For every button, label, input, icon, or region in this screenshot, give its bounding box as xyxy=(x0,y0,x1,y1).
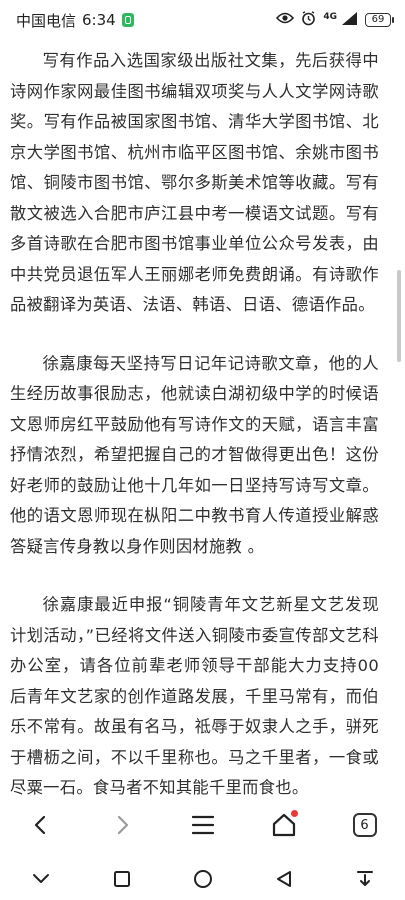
status-right: 4G 69 xyxy=(276,10,394,30)
status-bar: 中国电信 6:34 4G 69 xyxy=(0,0,405,40)
carrier-name: 中国电信 xyxy=(16,11,77,30)
forward-button[interactable] xyxy=(100,803,144,847)
forward-arrow-icon xyxy=(117,815,128,835)
article-body[interactable]: 写有作品入选国家级出版社文集，先后获得中诗网作家网最佳图书编辑双项奖与人人文学网… xyxy=(0,46,405,796)
back-button[interactable] xyxy=(19,803,63,847)
network-type: 4G xyxy=(323,11,337,22)
browser-toolbar: 6 xyxy=(0,796,405,854)
system-nav-bar xyxy=(0,858,405,900)
battery-icon: 69 xyxy=(365,13,394,27)
tab-count: 6 xyxy=(352,813,377,837)
hide-nav-button[interactable] xyxy=(21,861,61,897)
alarm-icon xyxy=(301,10,316,30)
article-paragraph: 徐嘉康最近申报“铜陵青年文艺新星文艺发现计划活动，”已经将文件送入铜陵市委宣传部… xyxy=(10,595,379,796)
menu-button[interactable] xyxy=(181,803,225,847)
battery-level: 69 xyxy=(371,14,385,25)
signal-icon xyxy=(342,11,358,29)
back-arrow-icon xyxy=(34,815,45,835)
recents-button[interactable] xyxy=(102,861,142,897)
triangle-back-icon xyxy=(276,871,291,887)
status-left: 中国电信 6:34 xyxy=(16,10,134,31)
circle-icon xyxy=(193,870,212,888)
pull-down-icon xyxy=(356,871,373,886)
home-button[interactable] xyxy=(262,803,306,847)
article-paragraph: 写有作品入选国家级出版社文集，先后获得中诗网作家网最佳图书编辑双项奖与人人文学网… xyxy=(10,51,379,314)
eye-comfort-icon xyxy=(276,12,295,28)
clock: 6:34 xyxy=(82,11,116,29)
square-icon xyxy=(113,871,130,887)
notification-dot xyxy=(290,810,298,817)
tabs-button[interactable]: 6 xyxy=(343,803,387,847)
back-nav-button[interactable] xyxy=(264,861,304,897)
chevron-down-icon xyxy=(32,874,49,883)
notification-pull-button[interactable] xyxy=(345,861,385,897)
article-paragraph: 徐嘉康每天坚持写日记年记诗歌文章，他的人生经历故事很励志，他就读白湖初级中学的时… xyxy=(10,353,379,556)
scrollbar-thumb[interactable] xyxy=(397,270,401,362)
menu-icon xyxy=(191,815,214,835)
home-nav-button[interactable] xyxy=(183,861,223,897)
notification-app-icon xyxy=(121,13,134,27)
